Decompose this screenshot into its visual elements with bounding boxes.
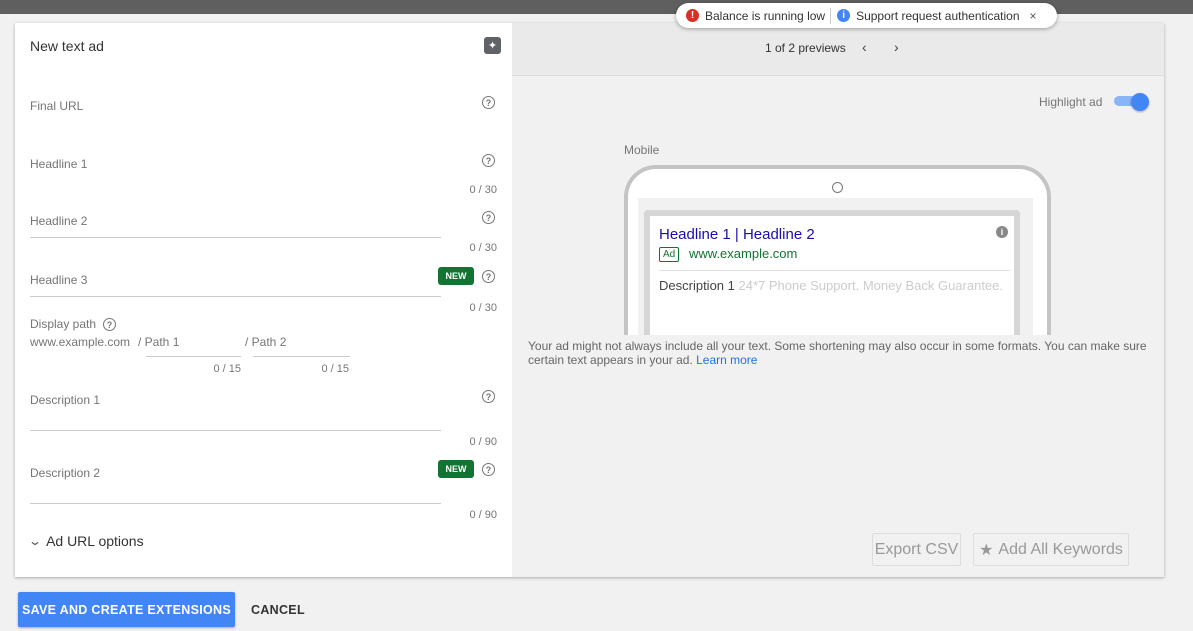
phone-frame: Headline 1 | Headline 2 i Ad www.example… [624,165,1051,335]
help-icon[interactable]: ? [482,211,495,224]
form-title: New text ad [30,38,104,54]
toggle-knob [1131,93,1149,111]
display-path-domain: www.example.com [30,335,131,349]
divider [659,270,1010,271]
chevron-right-icon[interactable]: › [894,39,899,55]
device-label: Mobile [624,143,660,157]
ad-badge: Ad [659,247,680,262]
phone-camera-icon [832,182,843,193]
save-and-create-extensions-button[interactable]: SAVE AND CREATE EXTENSIONS [18,592,235,627]
path1-input[interactable]: / Path 1 [138,335,179,349]
headline3-char-count: 0 / 30 [469,302,497,314]
path2-underline [253,356,350,357]
description2-char-count: 0 / 90 [469,509,497,521]
highlight-ad-label: Highlight ad [1039,95,1103,109]
close-icon[interactable]: × [1030,9,1037,23]
ad-preview: Headline 1 | Headline 2 i Ad www.example… [644,210,1020,335]
ad-form: New text ad ✦ Final URL ? Headline 1 ? 0… [15,23,512,577]
info-icon: i [837,9,851,22]
suggestion-sparkle-icon[interactable]: ✦ [484,37,501,54]
preview-note: Your ad might not always include all you… [528,339,1153,367]
headline2-field[interactable]: Headline 2 [30,214,87,228]
new-badge: NEW [438,460,474,478]
export-csv-label: Export CSV [874,540,959,558]
support-request-link[interactable]: Support request authentication [856,9,1019,23]
path1-char-count: 0 / 15 [213,363,241,375]
ad-display-url: www.example.com [689,246,798,261]
preview-counter: 1 of 2 previews [765,41,846,55]
notification-bar: ! Balance is running low i Support reque… [676,3,1057,28]
alert-icon: ! [686,9,699,22]
preview-note-text: Your ad might not always include all you… [528,339,1147,367]
path2-char-count: 0 / 15 [321,363,349,375]
final-url-field[interactable]: Final URL [30,99,83,113]
chevron-left-icon[interactable]: ‹ [862,39,867,55]
headline2-char-count: 0 / 30 [469,242,497,254]
help-icon[interactable]: ? [482,390,495,403]
highlight-ad-toggle[interactable] [1114,93,1149,111]
help-icon[interactable]: ? [482,463,495,476]
description2-underline [30,503,441,504]
ad-editor-card: New text ad ✦ Final URL ? Headline 1 ? 0… [15,23,1164,577]
description1-char-count: 0 / 90 [469,436,497,448]
ad-headline: Headline 1 | Headline 2 [659,226,815,243]
help-icon[interactable]: ? [482,96,495,109]
chevron-down-icon: ⌄ [27,534,43,548]
add-all-keywords-label: Add All Keywords [998,540,1123,558]
balance-alert-link[interactable]: Balance is running low [705,9,825,23]
new-badge: NEW [438,267,474,285]
path1-underline [146,356,241,357]
description2-field[interactable]: Description 2 [30,466,100,480]
headline1-char-count: 0 / 30 [469,184,497,196]
display-path-label: Display path [30,317,97,331]
export-csv-button[interactable]: Export CSV [872,533,961,566]
ad-url-options-toggle[interactable]: ⌄ Ad URL options [27,533,144,549]
headline3-underline [30,296,441,297]
info-icon[interactable]: i [996,226,1008,238]
cancel-button[interactable]: CANCEL [251,603,305,617]
star-icon: ★ [979,541,994,559]
preview-header: 1 of 2 previews ‹ › [512,23,1164,76]
headline3-field[interactable]: Headline 3 [30,273,87,287]
description1-field[interactable]: Description 1 [30,393,100,407]
path2-input[interactable]: / Path 2 [245,335,286,349]
help-icon[interactable]: ? [482,154,495,167]
help-icon[interactable]: ? [103,318,116,331]
ad-description: Description 1 24*7 Phone Support. Money … [659,278,1003,293]
ad-preview-card: Headline 1 | Headline 2 i Ad www.example… [650,216,1014,335]
ad-description-placeholder: 24*7 Phone Support. Money Back Guarantee… [738,278,1004,293]
add-all-keywords-button[interactable]: ★ Add All Keywords [973,533,1129,566]
headline2-underline [30,237,441,238]
phone-screen: Headline 1 | Headline 2 i Ad www.example… [638,198,1033,335]
description1-underline [30,430,441,431]
ad-url-options-label: Ad URL options [46,533,144,549]
preview-panel: 1 of 2 previews ‹ › Highlight ad Mobile … [512,23,1164,577]
learn-more-link[interactable]: Learn more [696,353,757,367]
divider [830,7,832,24]
help-icon[interactable]: ? [482,270,495,283]
headline1-field[interactable]: Headline 1 [30,157,87,171]
ad-description-main: Description 1 [659,278,735,293]
